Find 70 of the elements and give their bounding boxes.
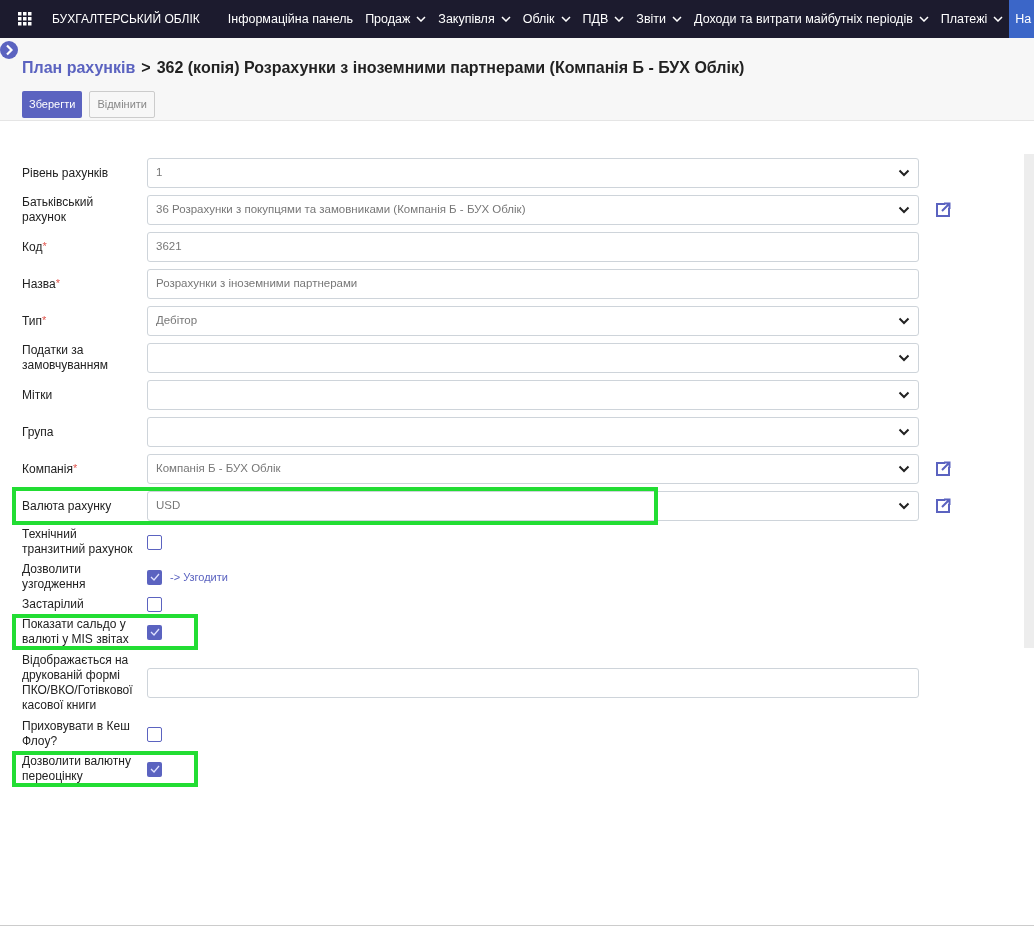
checkbox[interactable] <box>147 726 162 742</box>
menu-item[interactable]: На <box>1009 0 1034 38</box>
external-link-icon[interactable] <box>935 461 951 477</box>
checkbox[interactable] <box>147 534 162 550</box>
app-title: БУХГАЛТЕРСЬКИЙ ОБЛІК <box>52 10 200 28</box>
menu-item[interactable]: ПДВ <box>576 0 631 38</box>
required-mark: * <box>42 313 47 326</box>
chevron-down-icon <box>898 169 910 177</box>
chevron-down-icon <box>898 428 910 436</box>
chevron-down-icon <box>898 206 910 214</box>
field-label: Компанія <box>22 461 73 477</box>
external-link-icon[interactable] <box>935 498 951 514</box>
input-field[interactable]: 3621 <box>147 232 919 262</box>
checkbox[interactable] <box>147 569 162 585</box>
reconcile-link[interactable]: -> Узгодити <box>170 568 228 586</box>
apps-grid-icon[interactable] <box>18 12 32 26</box>
menu-item[interactable]: Інформаційна панель <box>221 0 360 38</box>
breadcrumb-link[interactable]: План рахунків <box>22 56 136 80</box>
field-label: Назва <box>22 276 56 292</box>
menu-item[interactable]: Доходи та витрати майбутніх періодів <box>688 0 935 38</box>
required-mark: * <box>55 276 60 289</box>
chevron-down-icon <box>898 317 910 325</box>
input-field[interactable] <box>147 668 919 698</box>
menu-item[interactable]: Платежі <box>934 0 1010 38</box>
checkbox[interactable] <box>147 624 162 640</box>
field-label: Застарілий <box>22 597 84 612</box>
check-icon <box>149 628 160 636</box>
required-mark: * <box>72 461 78 474</box>
field-label: Код <box>22 239 43 255</box>
select-field[interactable] <box>147 380 919 410</box>
chevron-down-icon <box>898 354 910 362</box>
check-icon <box>149 573 160 581</box>
field-label: Тип <box>22 313 42 329</box>
external-link-icon[interactable] <box>935 202 951 218</box>
field-label: Відображається на друкованій формі ПКО/ВКО/Готівкової касової книги <box>22 653 134 713</box>
field-label: Група <box>22 424 54 440</box>
field-label: Рівень рахунків <box>22 165 109 181</box>
select-field[interactable]: 36 Розрахунки з покупцями та замовниками (Компанія Б - БУХ Облік) <box>147 195 919 225</box>
chevron-down-icon <box>898 502 910 510</box>
menu-item[interactable]: Продаж <box>359 0 433 38</box>
menu-item[interactable]: Звіти <box>630 0 689 38</box>
field-label: Приховувати в Кеш Флоу? <box>22 719 131 749</box>
select-field[interactable]: 1 <box>147 158 919 188</box>
field-label: Податки за замовчуванням <box>22 343 110 373</box>
chevron-down-icon <box>898 391 910 399</box>
checkbox[interactable] <box>147 597 162 612</box>
select-field[interactable]: USD <box>147 491 919 521</box>
field-label: Дозволити валютну переоцінку <box>22 754 132 784</box>
field-label: Мітки <box>22 387 53 403</box>
record-title: 362 (копія) Розрахунки з іноземними партнерами (Компанія Б - БУХ Облік) <box>156 58 745 78</box>
required-mark: * <box>42 239 47 252</box>
menu-item[interactable]: Облік <box>516 0 577 38</box>
field-label: Дозволити узгодження <box>22 562 87 592</box>
save-button[interactable]: Зберегти <box>22 91 83 118</box>
input-field[interactable]: Розрахунки з іноземними партнерами <box>147 269 919 299</box>
field-label: Технічний транзитний рахунок <box>22 527 134 557</box>
cancel-button[interactable]: Відмінити <box>89 91 155 118</box>
field-label: Валюта рахунку <box>22 498 112 514</box>
checkbox[interactable] <box>147 761 162 777</box>
chevron-down-icon <box>898 465 910 473</box>
menu-item[interactable]: Закупівля <box>432 0 517 38</box>
field-label: Батьківський рахунок <box>22 195 95 225</box>
field-label: Показати сальдо у валюті у MIS звітах <box>22 617 130 647</box>
select-field[interactable]: Дебітор <box>147 306 919 336</box>
breadcrumb-separator: > <box>141 58 151 78</box>
select-field[interactable] <box>147 343 919 373</box>
check-icon <box>149 765 160 773</box>
select-field[interactable]: Компанія Б - БУХ Облік <box>147 454 919 484</box>
select-field[interactable] <box>147 417 919 447</box>
sidebar-toggle-icon[interactable] <box>0 41 18 59</box>
